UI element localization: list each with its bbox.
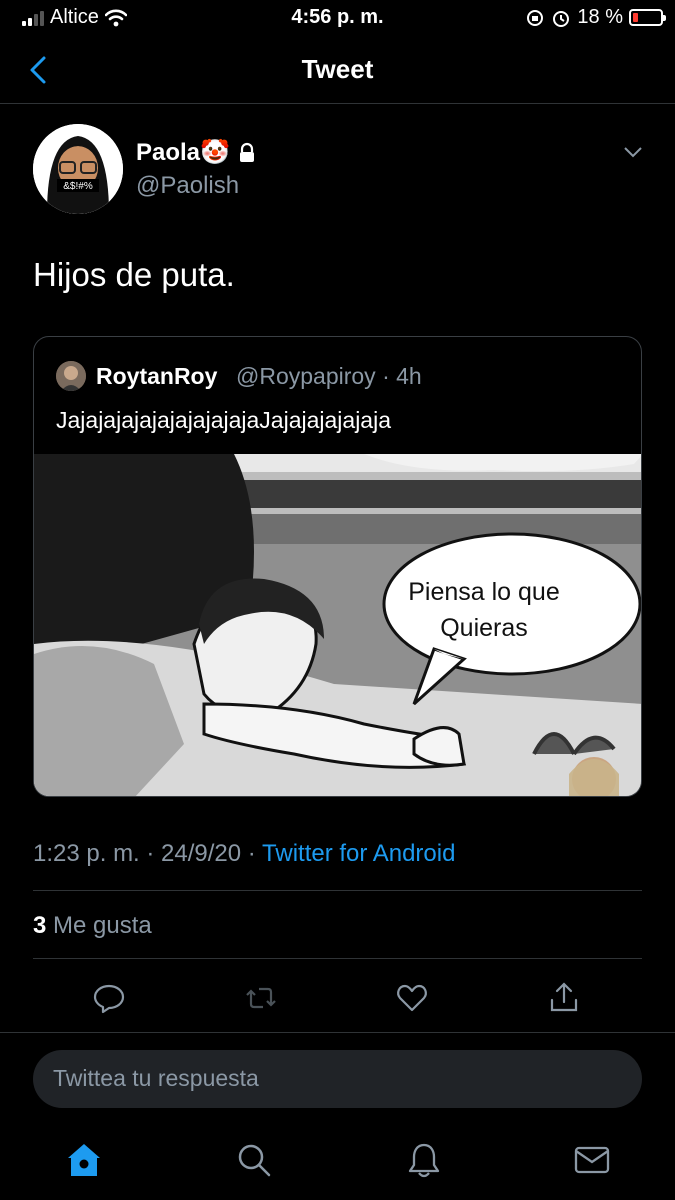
lock-icon — [239, 142, 254, 162]
messages-icon[interactable] — [572, 1140, 612, 1180]
alarm-icon — [553, 10, 570, 27]
reply-input[interactable]: Twittea tu respuesta — [33, 1050, 642, 1108]
divider — [33, 958, 642, 959]
avatar[interactable]: &$!#% — [33, 124, 123, 214]
share-icon[interactable] — [546, 980, 582, 1016]
memoji-avatar-icon: &$!#% — [33, 124, 123, 214]
tweet-text: Hijos de puta. — [33, 256, 235, 293]
likes-count: 3 — [33, 912, 47, 939]
nav-title: Tweet — [301, 54, 374, 84]
quoted-tweet-card[interactable]: RoytanRoy @Roypapiroy · 4h Jajajajajajaj… — [33, 336, 642, 797]
reply-bar: Twittea tu respuesta — [0, 1032, 675, 1122]
notifications-icon[interactable] — [404, 1140, 444, 1180]
status-right: 18 % — [525, 6, 666, 29]
speech-bubble-text: Piensa lo que Quieras — [408, 578, 560, 642]
author-name: Paola🤡 — [136, 139, 230, 166]
svg-text:&$!#%: &$!#% — [63, 181, 93, 192]
rotation-lock-icon — [527, 9, 544, 26]
chevron-down-icon[interactable] — [621, 140, 645, 164]
divider — [33, 890, 642, 891]
battery-icon — [629, 9, 666, 26]
quoted-meme-image[interactable]: Piensa lo que Quieras — [34, 454, 641, 796]
search-icon[interactable] — [234, 1140, 274, 1180]
likes-row[interactable]: 3 Me gusta — [33, 912, 152, 940]
home-icon[interactable] — [64, 1140, 104, 1180]
tweet-source-link[interactable]: Twitter for Android — [262, 840, 455, 867]
quoted-avatar — [56, 361, 86, 391]
tweet-actions — [0, 972, 675, 1024]
likes-label: Me gusta — [53, 912, 152, 939]
quoted-time: · 4h — [382, 363, 422, 389]
tweet-timestamp: 1:23 p. m. · 24/9/20 · — [33, 840, 256, 867]
quoted-handle-text: @Roypapiroy — [236, 363, 376, 389]
tweet-meta: 1:23 p. m. · 24/9/20 · Twitter for Andro… — [33, 840, 455, 868]
quoted-text: JajajajajajajajajajajaJajajajajajaja — [56, 407, 392, 433]
heart-icon[interactable] — [394, 980, 430, 1016]
author-name-row[interactable]: Paola🤡 — [136, 138, 258, 167]
status-bar: Altice 4:56 p. m. 18 % — [0, 0, 675, 36]
author-handle[interactable]: @Paolish — [136, 172, 239, 200]
quoted-author-handle: @Roypapiroy · 4h — [236, 363, 422, 390]
nav-bar: Tweet — [0, 40, 675, 104]
tab-bar — [0, 1130, 675, 1200]
battery-percent: 18 % — [577, 6, 623, 28]
reply-icon[interactable] — [91, 980, 127, 1016]
retweet-icon[interactable] — [243, 980, 279, 1016]
quoted-author-name: RoytanRoy — [96, 363, 218, 389]
